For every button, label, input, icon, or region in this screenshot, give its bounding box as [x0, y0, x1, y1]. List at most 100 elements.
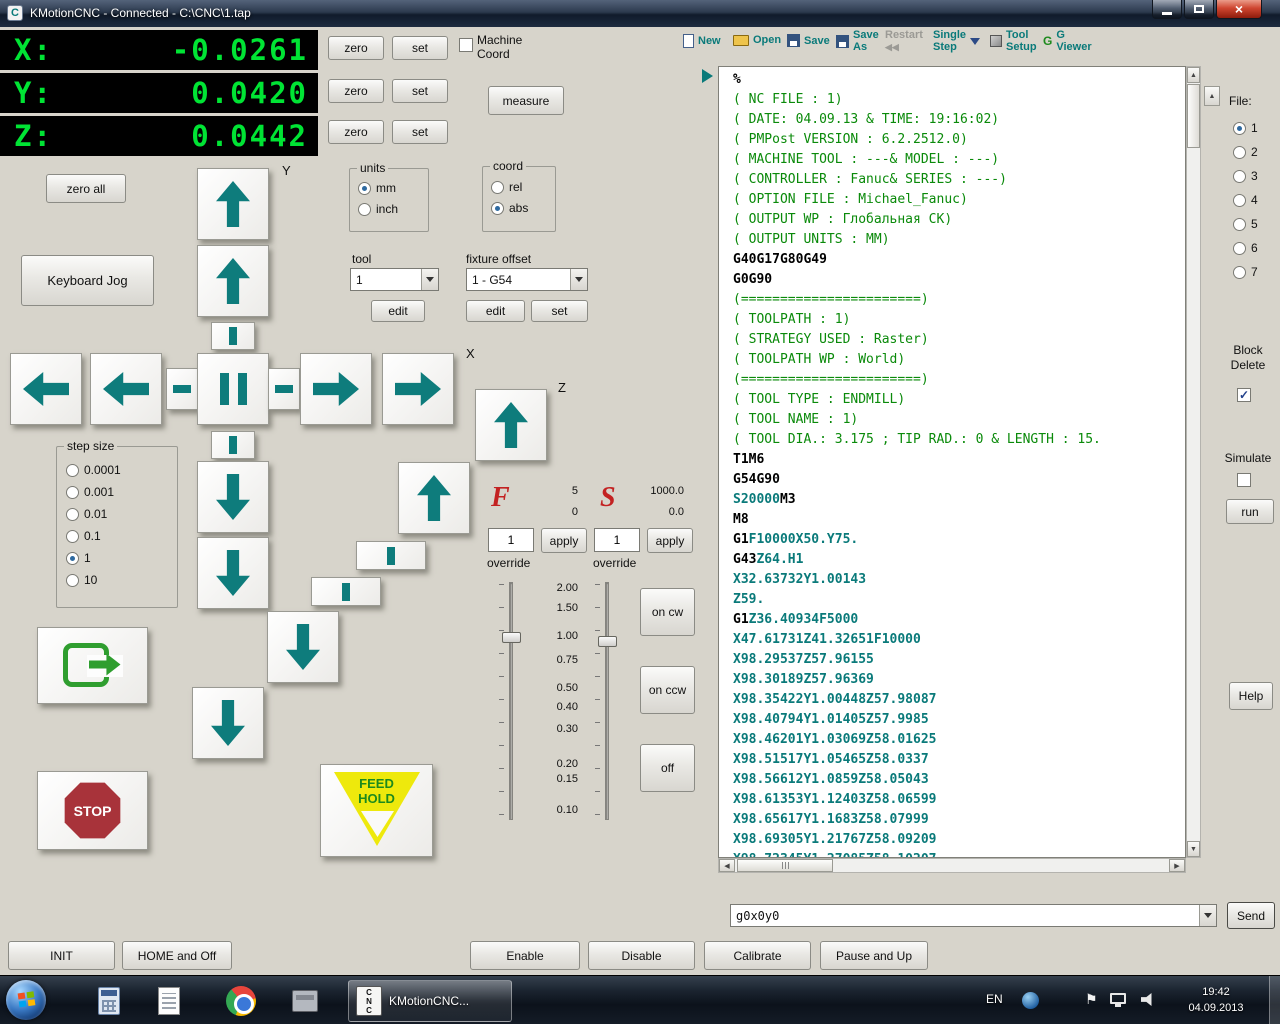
fixture-set-button[interactable]: set — [531, 300, 588, 322]
jog-y-minus-button[interactable] — [197, 461, 269, 533]
speed-slider-thumb[interactable] — [598, 636, 617, 647]
tray-network-icon[interactable] — [1110, 993, 1126, 1004]
coord-option-rel[interactable]: rel — [491, 180, 528, 194]
spindle-on-ccw-button[interactable]: on ccw — [640, 666, 695, 714]
set-x-button[interactable]: set — [392, 36, 448, 60]
tool-select[interactable]: 1 — [350, 268, 439, 291]
scroll-right-icon[interactable]: ▶ — [1169, 859, 1185, 872]
feed-override-slider[interactable] — [509, 582, 513, 820]
set-z-button[interactable]: set — [392, 120, 448, 144]
bottom-button-disable[interactable]: Disable — [588, 941, 695, 970]
editor-horizontal-scrollbar[interactable]: ◀ ▶ — [718, 858, 1186, 873]
fixture-dropdown-arrow-icon[interactable] — [570, 269, 587, 290]
step-size-option-0-001[interactable]: 0.001 — [66, 485, 121, 499]
machine-coord-checkbox[interactable] — [459, 38, 473, 52]
block-delete-checkbox[interactable] — [1237, 388, 1251, 402]
jog-y-minus-fast-button[interactable] — [197, 537, 269, 609]
language-indicator[interactable]: EN — [986, 992, 1003, 1006]
tool-dropdown-arrow-icon[interactable] — [421, 269, 438, 290]
run-button[interactable]: run — [1226, 499, 1274, 524]
start-button[interactable] — [6, 980, 46, 1020]
toolbar-single-step-button[interactable]: SingleStep — [933, 29, 980, 53]
measure-button[interactable]: measure — [488, 86, 564, 115]
bottom-button-calibrate[interactable]: Calibrate — [704, 941, 811, 970]
gcode-exit-button[interactable] — [37, 627, 148, 704]
file-option-1[interactable]: 1 — [1233, 121, 1258, 135]
zero-all-button[interactable]: zero all — [46, 174, 126, 203]
tray-volume-icon[interactable] — [1141, 993, 1155, 1006]
zero-y-button[interactable]: zero — [328, 79, 384, 103]
file-option-5[interactable]: 5 — [1233, 217, 1258, 231]
toolbar-g-viewer-button[interactable]: G GViewer — [1043, 29, 1092, 53]
feed-slider-thumb[interactable] — [502, 632, 521, 643]
keyboard-jog-button[interactable]: Keyboard Jog — [21, 255, 154, 306]
jog-x-step-minus-button[interactable] — [166, 368, 198, 410]
taskbar-kmotioncnc-button[interactable]: CNC KMotionCNC... — [348, 980, 512, 1022]
units-option-mm[interactable]: mm — [358, 181, 398, 195]
mdi-command-combobox[interactable]: g0x0y0 — [730, 904, 1217, 927]
spindle-on-cw-button[interactable]: on cw — [640, 588, 695, 636]
taskbar-clock[interactable]: 19:42 04.09.2013 — [1178, 984, 1254, 1016]
help-button[interactable]: Help — [1229, 682, 1273, 710]
feed-hold-button[interactable]: FEEDHOLD — [320, 764, 433, 857]
feed-apply-button[interactable]: apply — [541, 528, 587, 553]
tray-action-center-flag-icon[interactable]: ⚑ — [1085, 992, 1098, 1006]
taskbar-chrome-icon[interactable] — [224, 984, 258, 1018]
toolbar-save-button[interactable]: Save — [787, 34, 830, 47]
close-button[interactable]: × — [1216, 0, 1262, 19]
editor-vertical-scrollbar[interactable]: ▲ ▼ — [1186, 66, 1201, 858]
jog-x-step-plus-button[interactable] — [268, 368, 300, 410]
gcode-editor[interactable]: %( NC FILE : 1)( DATE: 04.09.13 & TIME: … — [718, 66, 1186, 858]
jog-z-minus-button[interactable] — [267, 611, 339, 683]
mdi-dropdown-arrow-icon[interactable] — [1199, 905, 1216, 926]
fixture-edit-button[interactable]: edit — [466, 300, 525, 322]
maximize-button[interactable] — [1184, 0, 1214, 19]
speed-apply-button[interactable]: apply — [647, 528, 693, 553]
speed-override-input[interactable] — [594, 528, 640, 552]
toolbar-save-as-button[interactable]: SaveAs — [836, 29, 879, 53]
units-option-inch[interactable]: inch — [358, 202, 398, 216]
step-size-option-0-1[interactable]: 0.1 — [66, 529, 121, 543]
bottom-button-pause-and-up[interactable]: Pause and Up — [820, 941, 928, 970]
horizontal-scroll-thumb[interactable] — [737, 859, 833, 872]
jog-z-plus-fast-button[interactable] — [475, 389, 547, 461]
jog-z-minus-fast-button[interactable] — [192, 687, 264, 759]
file-option-4[interactable]: 4 — [1233, 193, 1258, 207]
tray-kmotion-icon[interactable] — [1022, 992, 1039, 1009]
jog-y-step-plus-button[interactable] — [211, 322, 255, 350]
set-y-button[interactable]: set — [392, 79, 448, 103]
feed-override-input[interactable] — [488, 528, 534, 552]
bottom-button-home-and-off[interactable]: HOME and Off — [122, 941, 232, 970]
scroll-up-icon[interactable]: ▲ — [1187, 67, 1200, 83]
jog-z-step-minus-button[interactable] — [311, 577, 381, 606]
jog-y-step-minus-button[interactable] — [211, 431, 255, 459]
show-desktop-button[interactable] — [1269, 976, 1280, 1024]
taskbar-notepad-icon[interactable] — [152, 984, 186, 1018]
scroll-left-icon[interactable]: ◀ — [719, 859, 735, 872]
step-size-option-1[interactable]: 1 — [66, 551, 121, 565]
taskbar-app-icon[interactable] — [288, 984, 322, 1018]
bottom-button-enable[interactable]: Enable — [470, 941, 580, 970]
jog-y-plus-fast-button[interactable] — [197, 168, 269, 240]
simulate-checkbox[interactable] — [1237, 473, 1251, 487]
tool-edit-button[interactable]: edit — [371, 300, 425, 322]
send-button[interactable]: Send — [1227, 902, 1275, 929]
step-size-option-0-0001[interactable]: 0.0001 — [66, 463, 121, 477]
step-size-option-0-01[interactable]: 0.01 — [66, 507, 121, 521]
jog-x-plus-button[interactable] — [300, 353, 372, 425]
bottom-button-init[interactable]: INIT — [8, 941, 115, 970]
file-option-6[interactable]: 6 — [1233, 241, 1258, 255]
stop-button[interactable]: STOP — [37, 771, 148, 850]
jog-z-plus-button[interactable] — [398, 462, 470, 534]
jog-x-plus-fast-button[interactable] — [382, 353, 454, 425]
zero-z-button[interactable]: zero — [328, 120, 384, 144]
toolbar-tool-setup-button[interactable]: ToolSetup — [990, 29, 1037, 53]
vertical-scroll-thumb[interactable] — [1187, 84, 1200, 148]
toolbar-restart-button[interactable]: Restart◀◀ — [885, 29, 923, 53]
jog-x-minus-button[interactable] — [90, 353, 162, 425]
toolbar-open-button[interactable]: Open — [733, 34, 781, 46]
zero-x-button[interactable]: zero — [328, 36, 384, 60]
scroll-down-icon[interactable]: ▼ — [1187, 841, 1200, 857]
file-option-7[interactable]: 7 — [1233, 265, 1258, 279]
jog-y-plus-button[interactable] — [197, 245, 269, 317]
